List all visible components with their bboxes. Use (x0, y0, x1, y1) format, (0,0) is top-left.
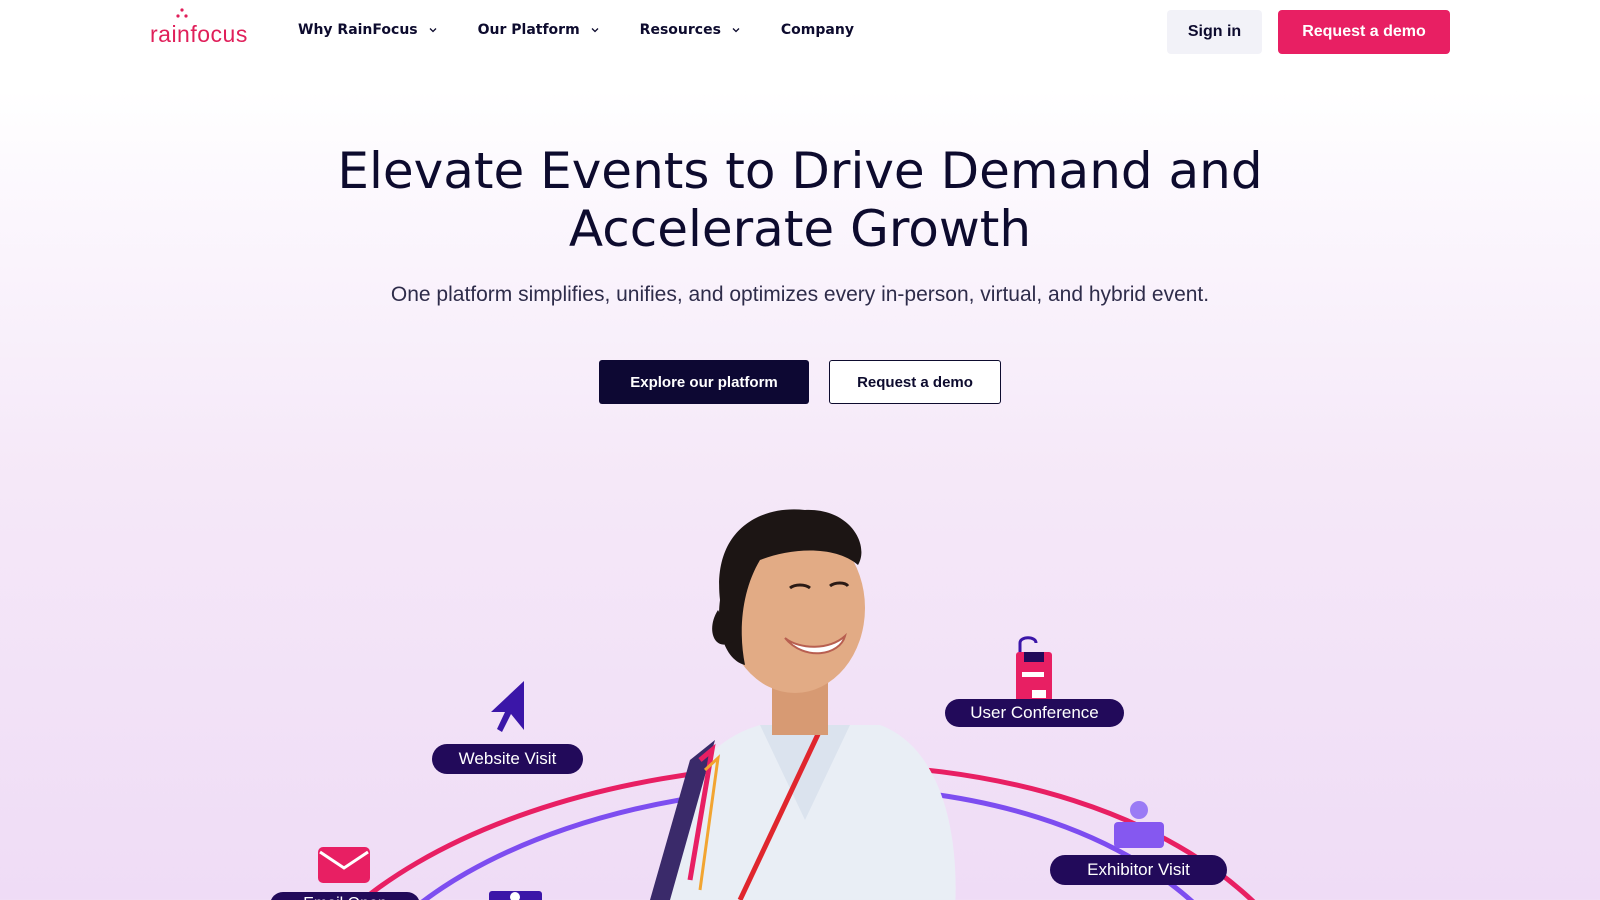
person-icon-small (489, 891, 542, 900)
hero-title-line-2: Accelerate Growth (568, 200, 1032, 258)
nav-item-label: Resources (639, 22, 721, 38)
chevron-down-icon (591, 28, 599, 33)
hero-person-photo (650, 509, 956, 900)
hero-subtitle: One platform simplifies, unifies, and op… (390, 283, 1210, 306)
chevron-down-icon (429, 28, 437, 33)
website-visit-label: Website Visit (432, 744, 583, 774)
request-demo-button[interactable]: Request a demo (1278, 10, 1450, 54)
exhibitor-visit-label: Exhibitor Visit (1050, 855, 1227, 885)
nav-item-label: Our Platform (477, 22, 580, 38)
top-navigation: rainfocus Why RainFocus Our Platform Res… (0, 0, 1600, 64)
person-icon (1114, 801, 1164, 848)
envelope-icon (318, 847, 370, 883)
sign-in-button[interactable]: Sign in (1167, 10, 1262, 54)
main-menu: Why RainFocus Our Platform Resources Com… (298, 22, 894, 38)
rainfocus-logo[interactable]: rainfocus (150, 8, 248, 48)
hero-title-line-1: Elevate Events to Drive Demand and (337, 142, 1263, 200)
explore-platform-button[interactable]: Explore our platform (599, 360, 809, 404)
nav-item-label: Company (780, 22, 854, 38)
user-conference-label: User Conference (945, 699, 1124, 727)
nav-item-our-platform[interactable]: Our Platform (478, 22, 600, 38)
hero-request-demo-button[interactable]: Request a demo (829, 360, 1001, 404)
nav-item-resources[interactable]: Resources (640, 22, 741, 38)
hero-title: Elevate Events to Drive Demand and Accel… (200, 142, 1400, 258)
email-open-label: Email Open (270, 892, 420, 900)
logo-wordmark: rainfocus (150, 21, 248, 47)
cursor-icon (491, 681, 524, 732)
logo-dots-icon (176, 8, 188, 18)
nav-item-company[interactable]: Company (781, 22, 854, 38)
nav-item-label: Why RainFocus (298, 22, 418, 38)
nav-item-why-rainfocus[interactable]: Why RainFocus (298, 22, 438, 38)
chevron-down-icon (732, 28, 740, 33)
badge-icon (1016, 636, 1052, 702)
hero-illustration (318, 509, 1255, 900)
